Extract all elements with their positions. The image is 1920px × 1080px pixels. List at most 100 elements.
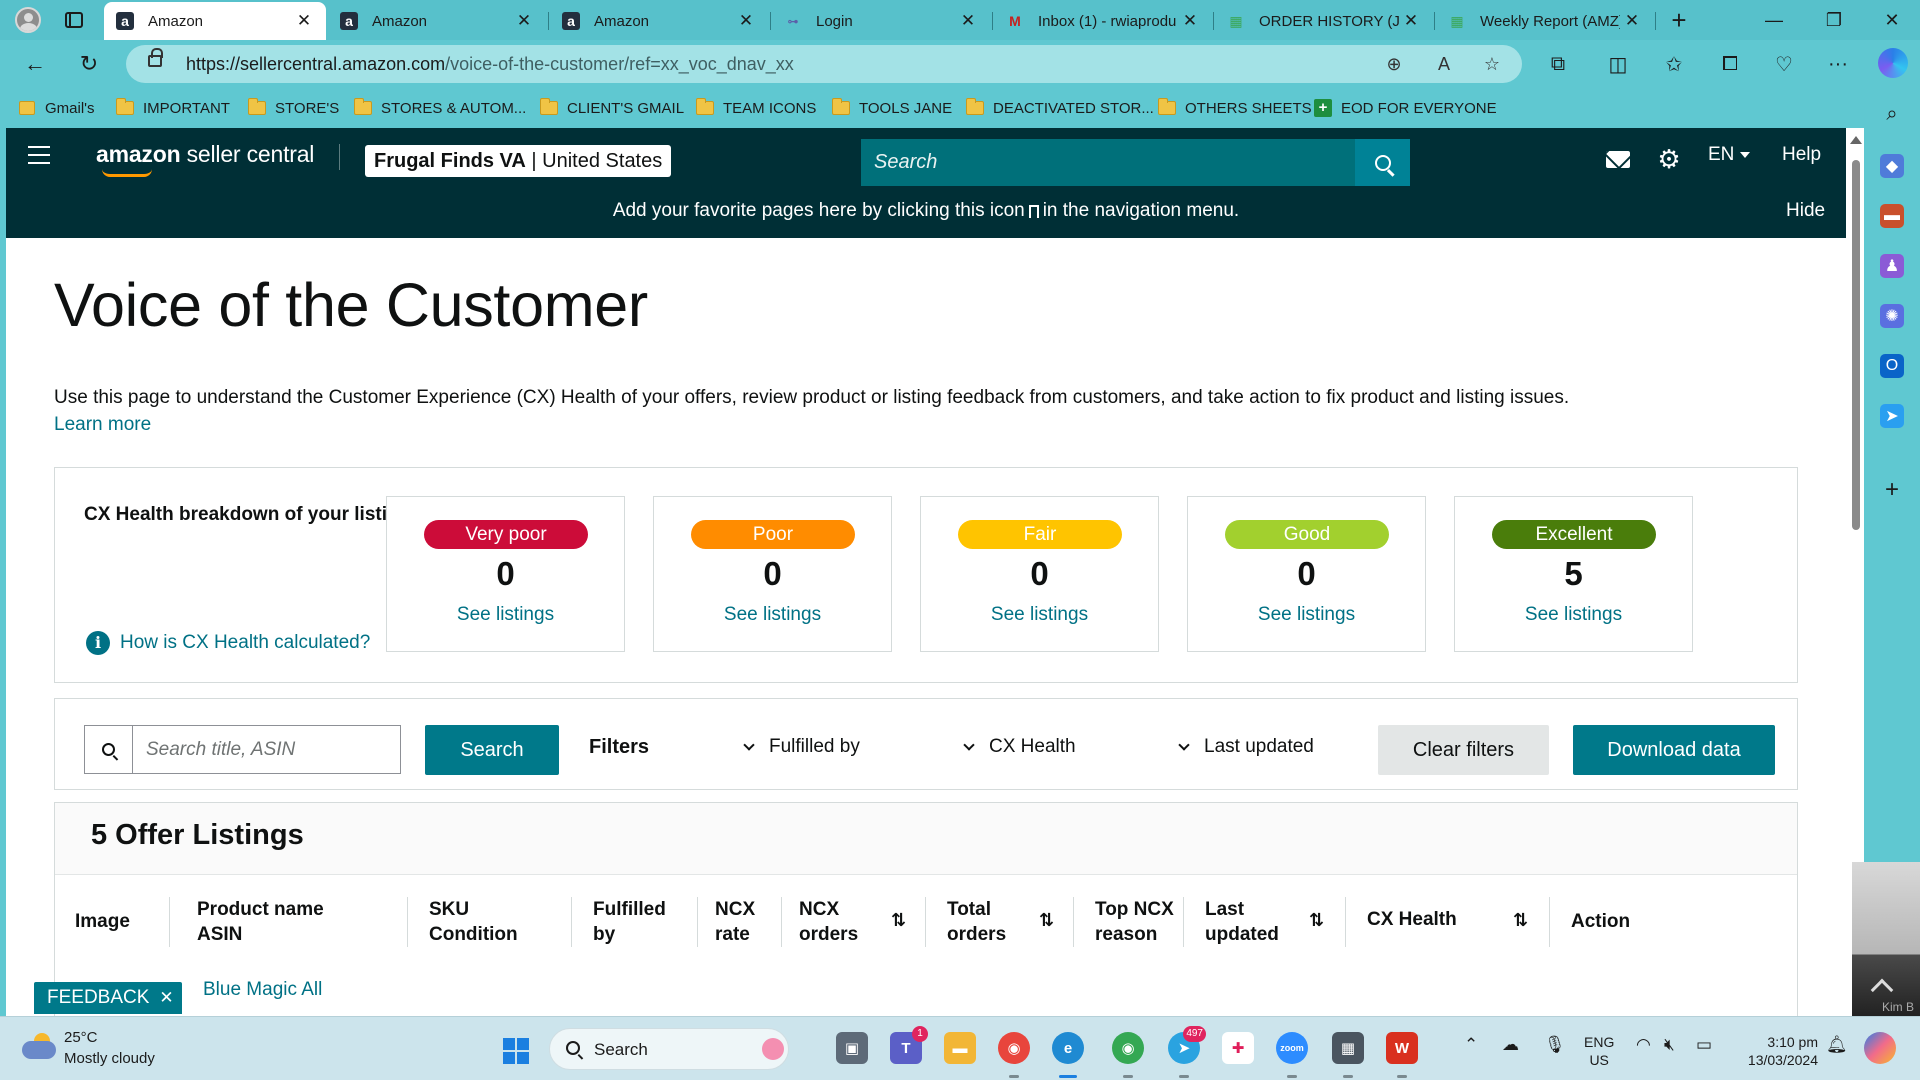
lock-icon[interactable] <box>148 48 163 67</box>
read-aloud-icon[interactable]: A <box>1432 53 1456 75</box>
sort-icon[interactable]: ⇅ <box>1039 910 1054 931</box>
browser-tab[interactable]: ▦ ORDER HISTORY (JOS ✕ <box>1215 2 1433 40</box>
bookmark-item[interactable]: TOOLS JANE <box>832 98 952 118</box>
hamburger-menu-icon[interactable] <box>28 146 50 164</box>
bookmark-item[interactable]: DEACTIVATED STOR... <box>966 98 1154 118</box>
close-window-icon[interactable]: ✕ <box>1864 0 1920 40</box>
close-tab-icon[interactable]: ✕ <box>512 11 536 31</box>
windows-start-icon[interactable] <box>503 1038 529 1064</box>
sort-icon[interactable]: ⇅ <box>891 910 906 931</box>
search-button[interactable]: Search <box>425 725 559 775</box>
chevron-up-icon[interactable] <box>1870 978 1894 1002</box>
minimize-icon[interactable]: — <box>1746 0 1802 40</box>
slack-icon[interactable]: ✚ <box>1222 1032 1254 1064</box>
bookmark-item[interactable]: TEAM ICONS <box>696 98 816 118</box>
search-icon[interactable]: ⌕ <box>1880 102 1904 126</box>
see-listings-link[interactable]: See listings <box>921 604 1158 626</box>
copilot-icon[interactable] <box>1878 48 1908 78</box>
battery-icon[interactable]: ▭ <box>1696 1035 1712 1055</box>
bookmark-item[interactable]: STORES & AUTOM... <box>354 98 526 118</box>
notification-bell-icon[interactable]: 🔔︎ <box>1826 1035 1848 1055</box>
sort-icon[interactable]: ⇅ <box>1513 910 1528 931</box>
cx-health-dropdown[interactable]: CX Health <box>963 736 1076 758</box>
video-call-thumbnail[interactable]: Kim B <box>1852 862 1920 1016</box>
collections-icon[interactable]: ⧠ <box>1714 48 1746 80</box>
wifi-icon[interactable]: ◠ <box>1636 1035 1651 1055</box>
extensions-icon[interactable]: ⧉ <box>1542 48 1574 80</box>
chrome-profile-icon[interactable]: ◉ <box>1112 1032 1144 1064</box>
close-tab-icon[interactable]: ✕ <box>1620 11 1644 31</box>
language-selector[interactable]: EN <box>1708 144 1751 166</box>
feedback-tab[interactable]: FEEDBACK ✕ <box>34 982 182 1014</box>
zoom-icon[interactable]: ⊕ <box>1382 53 1406 75</box>
taskbar-search[interactable]: Search <box>549 1028 789 1070</box>
calculator-icon[interactable]: ▦ <box>1332 1032 1364 1064</box>
onedrive-cloud-icon[interactable]: ☁ <box>1502 1035 1519 1055</box>
weather-cloud-icon[interactable] <box>22 1031 58 1059</box>
scrollbar-thumb[interactable] <box>1852 160 1860 530</box>
browser-tab[interactable]: ▦ Weekly Report (AMZ) ✕ <box>1436 2 1654 40</box>
bookmark-item[interactable]: IMPORTANT <box>116 98 230 118</box>
outlook-icon[interactable]: O <box>1880 354 1904 378</box>
header-search-input[interactable]: Search <box>861 139 1361 186</box>
fulfilled-by-dropdown[interactable]: Fulfilled by <box>743 736 860 758</box>
telegram-icon[interactable]: ➤ 497 <box>1168 1026 1206 1064</box>
browser-tab[interactable]: a Amazon ✕ <box>104 2 326 40</box>
seller-central-logo[interactable]: amazon seller central <box>96 141 314 177</box>
close-icon[interactable]: ✕ <box>159 988 173 1007</box>
chrome-icon[interactable]: ◉ <box>998 1032 1030 1064</box>
close-tab-icon[interactable]: ✕ <box>734 11 758 31</box>
search-icon[interactable] <box>85 726 133 773</box>
mail-icon[interactable] <box>1606 151 1630 168</box>
file-explorer-icon[interactable]: ▬ <box>944 1032 976 1064</box>
browser-tab[interactable]: M Inbox (1) - rwiaprodu ✕ <box>994 2 1212 40</box>
listing-search-input[interactable] <box>134 726 400 773</box>
hide-banner-button[interactable]: Hide <box>1786 200 1825 222</box>
games-icon[interactable]: ♟ <box>1880 254 1904 278</box>
bookmark-item[interactable]: STORE'S <box>248 98 339 118</box>
last-updated-dropdown[interactable]: Last updated <box>1178 736 1314 758</box>
sort-icon[interactable]: ⇅ <box>1309 910 1324 931</box>
input-language[interactable]: ENG US <box>1584 1033 1614 1069</box>
close-tab-icon[interactable]: ✕ <box>1178 11 1202 31</box>
refresh-icon[interactable]: ↻ <box>72 48 106 80</box>
url-text[interactable]: https://sellercentral.amazon.com/voice-o… <box>186 54 794 75</box>
close-tab-icon[interactable]: ✕ <box>956 11 980 31</box>
weather-description[interactable]: Mostly cloudy <box>64 1050 155 1067</box>
bookmark-item[interactable]: Gmail's <box>18 98 95 118</box>
browser-tab[interactable]: ⊶ Login ✕ <box>772 2 990 40</box>
bookmark-item[interactable]: CLIENT'S GMAIL <box>540 98 684 118</box>
shopping-tag-icon[interactable]: ◆ <box>1880 154 1904 178</box>
see-listings-link[interactable]: See listings <box>387 604 624 626</box>
chevron-up-icon[interactable]: ⌃ <box>1464 1035 1478 1055</box>
close-tab-icon[interactable]: ✕ <box>1399 11 1423 31</box>
edge-icon[interactable]: e <box>1052 1032 1084 1064</box>
account-switcher[interactable]: Frugal Finds VA | United States <box>365 145 672 177</box>
clear-filters-button[interactable]: Clear filters <box>1378 725 1549 775</box>
weather-temperature[interactable]: 25°C <box>64 1029 98 1046</box>
see-listings-link[interactable]: See listings <box>1188 604 1425 626</box>
zoom-icon[interactable]: zoom <box>1276 1032 1308 1064</box>
bookmark-item[interactable]: + EOD FOR EVERYONE <box>1314 98 1497 118</box>
learn-more-link[interactable]: Learn more <box>54 414 151 436</box>
header-search-button[interactable] <box>1355 139 1410 186</box>
performance-heart-icon[interactable]: ♡ <box>1768 48 1800 80</box>
task-view-icon[interactable]: ▣ <box>836 1032 868 1064</box>
product-name-link[interactable]: Blue Magic All <box>203 979 322 1001</box>
wps-office-icon[interactable]: W <box>1386 1032 1418 1064</box>
split-screen-icon[interactable]: ◫ <box>1602 48 1634 80</box>
bookmark-item[interactable]: OTHERS SHEETS <box>1158 98 1312 118</box>
new-tab-button[interactable]: + <box>1664 4 1694 36</box>
telegram-send-icon[interactable]: ➤ <box>1880 404 1904 428</box>
see-listings-link[interactable]: See listings <box>654 604 891 626</box>
copilot-taskbar-icon[interactable] <box>1864 1032 1896 1064</box>
gear-icon[interactable]: ⚙ <box>1657 146 1681 172</box>
favorite-star-icon[interactable]: ☆ <box>1480 53 1504 75</box>
favorites-list-icon[interactable]: ✩ <box>1658 48 1690 80</box>
tools-briefcase-icon[interactable]: ▬ <box>1880 204 1904 228</box>
help-link[interactable]: Help <box>1782 144 1821 166</box>
add-sidebar-app-icon[interactable]: + <box>1880 476 1904 503</box>
back-arrow-icon[interactable]: ← <box>18 48 52 80</box>
tab-actions-icon[interactable] <box>62 8 86 32</box>
close-tab-icon[interactable]: ✕ <box>292 11 316 31</box>
